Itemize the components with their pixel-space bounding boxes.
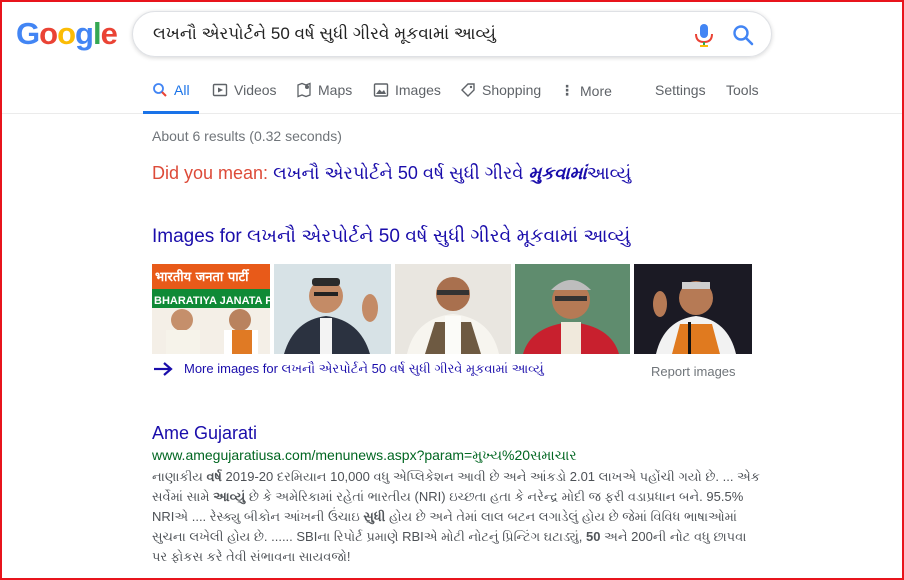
tab-label: Tools <box>726 82 759 98</box>
snippet-highlight: 50 <box>586 529 601 544</box>
tab-label: Shopping <box>482 82 542 98</box>
tab-settings[interactable]: Settings <box>655 82 706 98</box>
snippet-line: પર ફોકસ કરે તેવી સંભાવના સાયવજો! <box>152 547 752 567</box>
result-url[interactable]: www.amegujaratiusa.com/menunews.aspx?par… <box>152 447 577 464</box>
more-images-label: More images for લખનૌ એરપોર્ટને 50 વર્ષ સ… <box>184 361 544 376</box>
tab-label: Videos <box>234 82 277 98</box>
logo-letter: o <box>39 16 58 51</box>
image-thumbnail[interactable] <box>634 264 752 354</box>
snippet-text: પર ફોકસ કરે તેવી સંભાવના સાયવજો! <box>152 549 351 564</box>
tab-more[interactable]: ⋮ More <box>560 82 612 99</box>
images-heading[interactable]: Images for લખનૌ એરપોર્ટને 50 વર્ષ સુધી ગ… <box>152 226 630 248</box>
search-icon <box>153 83 167 97</box>
did-you-mean: Did you mean: લખનૌ એરપોર્ટને 50 વર્ષ સુધ… <box>152 163 631 184</box>
tab-all[interactable]: All <box>152 82 190 98</box>
bjp-banner-text: भारतीय जनता पार्टी <box>155 269 250 285</box>
tab-maps[interactable]: Maps <box>296 82 352 98</box>
logo-letter: e <box>100 16 118 51</box>
result-snippet: નાણાકીય વર્ષ 2019-20 દરમિયાન 10,000 વધુ … <box>152 467 760 567</box>
tab-label: Maps <box>318 82 353 98</box>
image-thumbnail[interactable] <box>395 264 511 354</box>
search-tabs: All Videos Maps Images Shopping ⋮ More S… <box>0 72 904 114</box>
image-thumbnail[interactable] <box>515 264 630 354</box>
logo-letter: G <box>16 16 40 51</box>
google-logo[interactable]: Google <box>16 16 118 52</box>
result-title[interactable]: Ame Gujarati <box>152 423 257 444</box>
snippet-text: સર્વેમાં સામે <box>152 489 214 504</box>
did-you-mean-label: Did you mean: <box>152 163 269 183</box>
report-images-link[interactable]: Report images <box>651 364 736 379</box>
logo-letter: g <box>75 16 94 51</box>
bjp-banner-text: BHARATIYA JANATA P <box>154 295 270 307</box>
snippet-line: સુચના લખેલી હોય છે. ...... SBIના રિપોર્ટ… <box>152 527 752 547</box>
image-icon <box>373 83 389 97</box>
snippet-highlight: વર્ષ <box>206 469 222 484</box>
snippet-text: NRIએ .... રેસ્ક્યુ બીકોન આંખની ઉંચાઇ <box>152 509 364 524</box>
logo-letter: l <box>92 16 102 51</box>
image-thumbnail[interactable]: भारतीय जनता पार्टी BHARATIYA JANATA P <box>152 264 270 354</box>
snippet-text: સુચના લખેલી હોય છે. ...... SBIના રિપોર્ટ… <box>152 529 587 544</box>
result-stats: About 6 results (0.32 seconds) <box>152 128 342 144</box>
tab-videos[interactable]: Videos <box>212 82 277 98</box>
map-icon <box>297 82 311 98</box>
snippet-line: NRIએ .... રેસ્ક્યુ બીકોન આંખની ઉંચાઇ સુધ… <box>152 507 752 527</box>
tab-label: More <box>580 82 612 99</box>
search-icon[interactable] <box>731 23 755 47</box>
did-you-mean-link[interactable]: લખનૌ એરપોર્ટને 50 વર્ષ સુધી ગીરવે મુકવામ… <box>273 163 631 183</box>
tab-shopping[interactable]: Shopping <box>460 82 541 98</box>
snippet-line: સર્વેમાં સામે આવ્યું છે કે અમેરિકામાં રહ… <box>152 487 752 507</box>
snippet-highlight: સુધી <box>363 509 386 524</box>
image-thumbnail[interactable] <box>274 264 391 354</box>
tab-images[interactable]: Images <box>373 82 441 98</box>
search-input[interactable]: લખનૌ એરપોર્ટને 50 વર્ષ સુધી ગીરવે મૂકવામ… <box>153 24 496 44</box>
snippet-line: નાણાકીય વર્ષ 2019-20 દરમિયાન 10,000 વધુ … <box>152 467 760 487</box>
snippet-text: 2019-20 દરમિયાન 10,000 વધુ એપ્લિકેશન આવી… <box>221 469 760 484</box>
tab-label: Settings <box>655 82 706 98</box>
snippet-text: અને 200ની નોટ વધુ છાપવા <box>600 529 747 544</box>
tab-label: All <box>174 82 190 98</box>
more-images-link[interactable]: More images for લખનૌ એરપોર્ટને 50 વર્ષ સ… <box>152 361 544 377</box>
snippet-text: હોય છે અને તેમાં લાલ બટન લગાડેલું હોય છે… <box>385 509 737 524</box>
tag-icon <box>461 83 475 97</box>
tab-tools[interactable]: Tools <box>726 82 759 98</box>
active-tab-indicator <box>143 111 199 114</box>
suggestion-suffix: આવ્યું <box>586 163 632 183</box>
arrow-right-icon <box>154 362 173 376</box>
search-box[interactable]: લખનૌ એરપોર્ટને 50 વર્ષ સુધી ગીરવે મૂકવામ… <box>132 11 772 57</box>
snippet-text: છે કે અમેરિકામાં રહેતાં ભારતીય (NRI) ઇચ્… <box>245 489 744 504</box>
suggestion-bold: મુકવામાં <box>528 163 587 183</box>
more-vert-icon: ⋮ <box>560 82 574 98</box>
logo-letter: o <box>57 16 76 51</box>
video-icon <box>212 83 228 97</box>
tab-label: Images <box>395 82 441 98</box>
suggestion-text: લખનૌ એરપોર્ટને 50 વર્ષ સુધી ગીરવે <box>273 163 524 183</box>
mic-icon[interactable] <box>693 23 715 47</box>
snippet-highlight: આવ્યું <box>213 489 246 504</box>
snippet-text: નાણાકીય <box>152 469 207 484</box>
